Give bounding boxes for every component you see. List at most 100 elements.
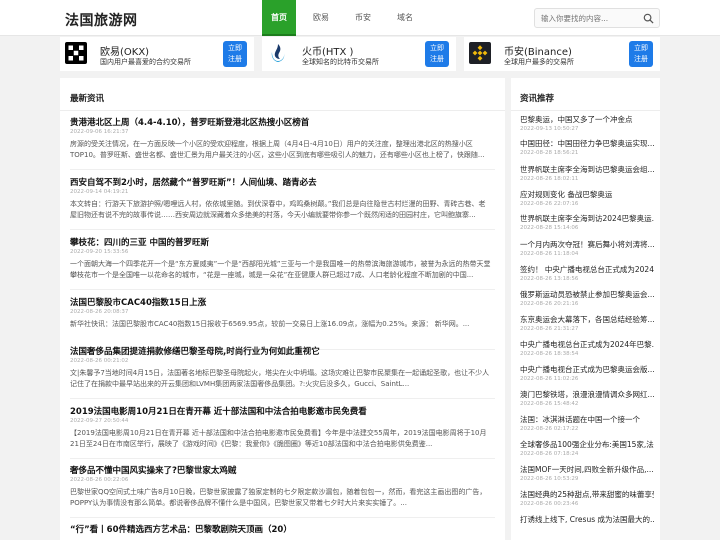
news-date: 2022-08-26 00:21:02 [70,358,129,364]
site-logo[interactable]: 法国旅游网 [65,10,138,30]
recommend-date: 2022-08-28 18:56:21 [520,150,579,156]
exchange-name: 火币(HTX ) [302,47,354,58]
recommend-title-link[interactable]: 应对规则变化 备战巴黎奥运 [520,189,654,200]
search-icon[interactable] [643,13,654,24]
recommend-date: 2022-08-26 10:53:29 [520,476,579,482]
news-divider [70,458,495,459]
recommend-date: 2022-08-26 15:48:42 [520,401,579,407]
register-button-line1: 立即 [228,44,242,52]
recommend-title-link[interactable]: 世界帆联主席李全海到访2024巴黎奥运... [520,213,654,224]
news-date: 2022-09-14 04:19:21 [70,189,129,195]
recommend-date: 2022-08-26 11:02:26 [520,376,579,382]
news-list-panel: 最新资讯 贵港港北区上周（4.4-4.10），普罗旺斯登港北区热搜小区榜首 20… [60,78,505,540]
recommend-item: 世界帆联主席李全海到访2024巴黎奥运... 2022-08-28 15:14:… [520,213,654,237]
recommend-date: 2022-08-26 00:23:46 [520,501,579,507]
recommend-title-link[interactable]: 中国田径：中国田径力争巴黎奥运实现... [520,138,654,149]
news-excerpt: 文|朱馨予7当地时间4月15日，法国著名地标巴黎圣母院起火，塔尖在火中坍塌。这场… [70,369,490,388]
recommend-item: 全球奢侈品100强企业分布:美国15家,法... 2022-08-26 07:1… [520,439,654,463]
news-date: 2022-08-26 20:08:37 [70,309,129,315]
news-title-link[interactable]: 法国巴黎股市CAC40指数15日上涨 [70,296,206,308]
recommend-item: 法国经典的25种甜点,带来甜蜜的味蕾享受 2022-08-26 00:23:46 [520,489,654,513]
exchange-card-binance[interactable]: 币安(Binance) 全球用户最多的交易所 立即 注册 [464,37,660,71]
news-excerpt: 巴黎世家QQ空间式土味广告8月10日晚，巴黎世家披露了独家定制的七夕限定款沙漏包… [70,488,487,507]
news-divider [70,289,495,290]
recommend-title-link[interactable]: 世界帆联主席李全海到访巴黎奥运会组... [520,164,654,175]
exchange-card-htx[interactable]: 火币(HTX ) 全球知名的比特币交易所 立即 注册 [262,37,456,71]
recommend-date: 2022-08-26 13:18:56 [520,276,579,282]
recommend-date: 2022-08-26 18:38:54 [520,351,579,357]
exchange-card-okx[interactable]: 欧易(OKX) 国内用户最喜爱的合约交易所 立即 注册 [60,37,254,71]
recommend-item: 一个月内两次夺冠！赛后舞小将刘涛将... 2022-08-26 11:18:04 [520,239,654,263]
news-date: 2022-09-06 16:21:37 [70,129,129,135]
recommend-title-link[interactable]: 全球奢侈品100强企业分布:美国15家,法... [520,439,654,450]
recommend-item: 应对规则变化 备战巴黎奥运 2022-08-26 22:07:16 [520,189,654,213]
recommend-item: 巴黎奥运，中国又多了一个冲金点 2022-09-13 10:50:27 [520,114,654,138]
recommend-title-link[interactable]: 中央广播电视总台正式成为2024年巴黎... [520,339,654,350]
nav-item-binance[interactable]: 币安 [346,0,380,36]
recommend-title-link[interactable]: 法国经典的25种甜点,带来甜蜜的味蕾享受 [520,489,654,500]
recommend-date: 2022-08-26 02:17:22 [520,426,579,432]
news-title-link[interactable]: 奢侈品不懂中国风实操来了?巴黎世家太鸡贼 [70,464,236,476]
main-nav: 首页 欧易 币安 域名 [262,0,430,36]
section-title: 资讯推荐 [520,94,555,104]
register-button[interactable]: 立即 注册 [425,41,449,67]
exchange-desc: 国内用户最喜爱的合约交易所 [100,58,191,66]
news-title-link[interactable]: 西安自驾不到2小时，居然藏个“普罗旺斯”！人间仙境、踏青必去 [70,176,317,188]
register-button[interactable]: 立即 注册 [223,41,247,67]
search-box [534,8,660,28]
binance-logo-icon [469,42,491,64]
exchange-desc: 全球用户最多的交易所 [504,58,574,66]
exchange-bar: 欧易(OKX) 国内用户最喜爱的合约交易所 立即 注册 火币(HTX ) 全球知… [60,37,660,71]
exchange-name: 币安(Binance) [504,47,572,58]
recommend-item: 法国MOF一天时间,四败全新升级作品,... 2022-08-26 10:53:… [520,464,654,488]
recommend-date: 2022-09-13 10:50:27 [520,126,579,132]
news-item: “行”看丨60件精选西方艺术品：巴黎歌剧院天顶画（20） [70,523,495,540]
recommend-item: 签约！ 中央广播电视总台正式成为2024... 2022-08-26 13:18… [520,264,654,288]
nav-item-home[interactable]: 首页 [262,0,296,36]
recommend-title-link[interactable]: 东京奥运会大幕落下，各国总结经验筹... [520,314,654,325]
register-button-line1: 立即 [430,44,444,52]
news-divider [70,398,495,399]
recommend-title-link[interactable]: 澳门巴黎铁塔，浪漫浪漫情调众多网红... [520,389,654,400]
recommend-title-link[interactable]: 签约！ 中央广播电视总台正式成为2024... [520,264,654,275]
section-divider [60,110,505,111]
recommend-date: 2022-08-26 22:07:16 [520,201,579,207]
exchange-desc: 全球知名的比特币交易所 [302,58,379,66]
okx-logo-icon [65,42,87,64]
news-title-link[interactable]: “行”看丨60件精选西方艺术品：巴黎歌剧院天顶画（20） [70,523,292,535]
recommend-title-link[interactable]: 巴黎奥运，中国又多了一个冲金点 [520,114,654,125]
news-title-link[interactable]: 攀枝花：四川的三亚 中国的普罗旺斯 [70,236,209,248]
section-divider [511,110,660,111]
search-input[interactable] [541,9,641,27]
recommend-date: 2022-08-26 21:31:27 [520,326,579,332]
recommend-item: 打诱线上线下, Cresus 成为法国最大的... [520,514,654,538]
news-title-link[interactable]: 2019法国电影周10月21日在青开幕 近十部法国和中法合拍电影邀市民免费看 [70,405,367,417]
news-excerpt: 本文转自：行游天下旅游护照/嗯哩远人村，依依城里随。到伏深春中，鸡鸣桑树颠。”我… [70,200,486,219]
nav-item-domain[interactable]: 域名 [388,0,422,36]
recommend-title-link[interactable]: 俄罗斯运动员恐被禁止参加巴黎奥运会... [520,289,654,300]
top-header: 法国旅游网 首页 欧易 币安 域名 [0,0,720,36]
recommend-date: 2022-08-26 11:18:04 [520,251,579,257]
news-title-link[interactable]: 法国奢侈品集团提涟捐款修缮巴黎圣母院,时尚行业为何如此重视它 [70,345,320,357]
news-excerpt: 一个面朝大海一个四季花开一个是“东方夏威夷”一个是“西部阳光城”三亚与一个是我国… [70,260,491,279]
news-divider [70,517,495,518]
recommend-title-link[interactable]: 打诱线上线下, Cresus 成为法国最大的... [520,514,654,525]
recommend-date: 2022-08-28 15:14:06 [520,225,579,231]
recommend-title-link[interactable]: 一个月内两次夺冠！赛后舞小将刘涛将... [520,239,654,250]
recommend-item: 中央广播电视总台正式成为2024年巴黎... 2022-08-26 18:38:… [520,339,654,363]
nav-item-okx[interactable]: 欧易 [304,0,338,36]
recommend-title-link[interactable]: 法国：冰淇淋话题在中国一个接一个 [520,414,654,425]
recommend-title-link[interactable]: 法国MOF一天时间,四败全新升级作品,... [520,464,654,475]
recommend-date: 2022-08-26 20:21:16 [520,301,579,307]
recommend-item: 世界帆联主席李全海到访巴黎奥运会组... 2022-08-26 18:02:11 [520,164,654,188]
register-button[interactable]: 立即 注册 [629,41,653,67]
recommend-item: 中央广播电视台正式成为巴黎奥运会版... 2022-08-26 11:02:26 [520,364,654,388]
news-date: 2022-09-20 15:33:56 [70,249,129,255]
news-title-link[interactable]: 贵港港北区上周（4.4-4.10），普罗旺斯登港北区热搜小区榜首 [70,116,309,128]
recommend-item: 东京奥运会大幕落下，各国总结经验筹... 2022-08-26 21:31:27 [520,314,654,338]
news-excerpt: 房源的受关注情况，在一方面反映一个小区的受欢迎程度，根据上周（4月4日-4月10… [70,140,485,159]
news-excerpt: 【2019法国电影周10月21日在青开幕 近十部法国和中法合拍电影邀市民免费看】… [70,429,487,448]
register-button-line1: 立即 [634,44,648,52]
news-date: 2022-08-26 00:22:06 [70,477,129,483]
recommend-title-link[interactable]: 中央广播电视台正式成为巴黎奥运会版... [520,364,654,375]
